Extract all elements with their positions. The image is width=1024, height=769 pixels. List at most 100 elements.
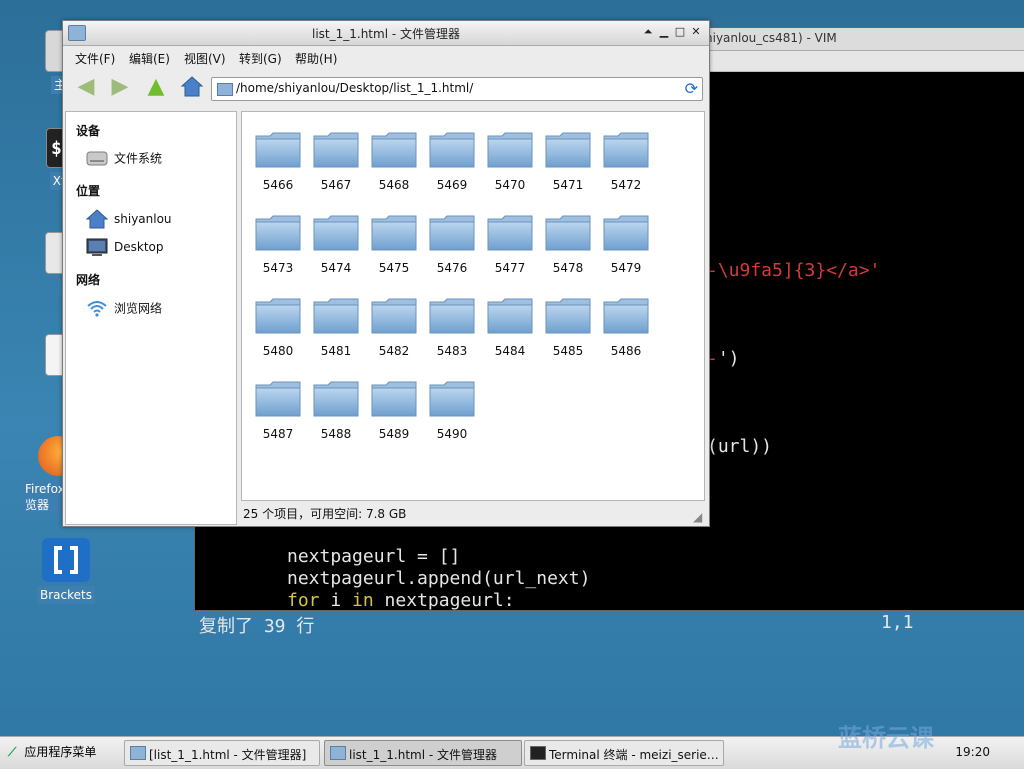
folder-item[interactable]: 5467 [308,130,364,202]
folder-icon [603,215,649,251]
shade-button[interactable]: ⏶ [641,25,655,39]
folder-icon [330,746,346,760]
sidebar-item-shiyanlou[interactable]: shiyanlou [85,209,172,231]
terminal-icon [530,746,546,760]
menu-file[interactable]: 文件(F) [75,50,115,67]
folder-item[interactable]: 5473 [250,213,306,285]
folder-icon [313,132,359,168]
code-line: nextpageurl.append(url_next) [287,568,591,589]
file-manager-titlebar[interactable]: list_1_1.html - 文件管理器 ⏶ ▁ □ ✕ [63,21,709,46]
folder-icon [371,132,417,168]
folder-item[interactable]: 5482 [366,296,422,368]
folder-item[interactable]: 5479 [598,213,654,285]
folder-icon [545,132,591,168]
folder-name: 5488 [320,427,352,441]
folder-item[interactable]: 5486 [598,296,654,368]
menu-view[interactable]: 视图(V) [184,50,226,67]
file-view[interactable]: 5466 5467 5468 5469 5470 5471 5472 5473 5474 5475… [241,111,705,501]
folder-item[interactable]: 5470 [482,130,538,202]
desktop-icon-label: Brackets [37,586,95,604]
folder-item[interactable]: 5468 [366,130,422,202]
folder-item[interactable]: 5476 [424,213,480,285]
maximize-button[interactable]: □ [673,25,687,39]
folder-name: 5470 [494,178,526,192]
desktop-icon-brackets[interactable]: Brackets [36,538,96,604]
taskbar-item-terminal[interactable]: Terminal 终端 - meizi_serie… [524,740,724,766]
desktop-icon-label: Firefox 览器 [22,480,68,514]
forward-button[interactable]: ▶ [107,75,133,99]
folder-icon [545,215,591,251]
folder-item[interactable]: 5481 [308,296,364,368]
app-menu-icon: ⟋ [8,745,17,759]
resize-grip-icon[interactable]: ◢ [693,510,707,524]
folder-icon [371,298,417,334]
folder-name: 5467 [320,178,352,192]
home-icon [180,76,204,97]
folder-icon [255,298,301,334]
menu-edit[interactable]: 编辑(E) [129,50,170,67]
folder-icon [313,381,359,417]
folder-icon [603,132,649,168]
folder-icon [429,298,475,334]
folder-item[interactable]: 5490 [424,379,480,451]
status-text: 25 个项目，可用空间: 7.8 GB [243,507,407,521]
folder-item[interactable]: 5489 [366,379,422,451]
back-button[interactable]: ◀ [73,75,99,99]
folder-item[interactable]: 5488 [308,379,364,451]
menu-help[interactable]: 帮助(H) [295,50,337,67]
folder-item[interactable]: 5478 [540,213,596,285]
window-title: list_1_1.html - 文件管理器 [311,27,460,41]
sidebar-item-browse-network[interactable]: 浏览网络 [86,298,162,320]
folder-name: 5479 [610,261,642,275]
folder-item[interactable]: 5485 [540,296,596,368]
folder-item[interactable]: 5474 [308,213,364,285]
folder-item[interactable]: 5466 [250,130,306,202]
close-button[interactable]: ✕ [689,25,703,39]
folder-name: 5477 [494,261,526,275]
folder-name: 5466 [262,178,294,192]
home-button[interactable] [179,75,205,99]
up-button[interactable]: ▲ [143,75,169,99]
folder-item[interactable]: 5477 [482,213,538,285]
folder-name: 5472 [610,178,642,192]
folder-icon [130,746,146,760]
toolbar: ◀ ▶ ▲ /home/shiyanlou/Desktop/list_1_1.h… [63,70,709,104]
folder-item[interactable]: 5471 [540,130,596,202]
taskbar-item-file-manager-1[interactable]: [list_1_1.html - 文件管理器] [124,740,320,766]
menu-go[interactable]: 转到(G) [239,50,282,67]
folder-icon [313,298,359,334]
file-manager-window[interactable]: list_1_1.html - 文件管理器 ⏶ ▁ □ ✕ 文件(F) 编辑(E… [62,20,710,527]
folder-item[interactable]: 5469 [424,130,480,202]
sidebar-item-desktop[interactable]: Desktop [86,237,164,259]
folder-icon [313,215,359,251]
vim-cursor-position: 1,1 [881,612,914,633]
code-line: -') [707,348,740,369]
folder-icon [603,298,649,334]
folder-name: 5469 [436,178,468,192]
folder-item[interactable]: 5483 [424,296,480,368]
taskbar-item-file-manager-2[interactable]: list_1_1.html - 文件管理器 [324,740,522,766]
desktop-icon [86,237,108,257]
folder-name: 5481 [320,344,352,358]
vim-title-text: hiyanlou_cs481) - VIM [705,31,837,45]
folder-item[interactable]: 5484 [482,296,538,368]
address-text: /home/shiyanlou/Desktop/list_1_1.html/ [236,81,474,95]
folder-icon [429,381,475,417]
folder-icon [371,381,417,417]
address-bar[interactable]: /home/shiyanlou/Desktop/list_1_1.html/ ⟳ [211,77,703,101]
application-menu-button[interactable]: ⟋ 应用程序菜单 [8,743,96,763]
folder-name: 5480 [262,344,294,358]
folder-name: 5489 [378,427,410,441]
home-icon [85,209,109,229]
code-line: (url)) [707,436,773,457]
folder-item[interactable]: 5475 [366,213,422,285]
reload-icon[interactable]: ⟳ [685,79,698,98]
folder-item[interactable]: 5480 [250,296,306,368]
folder-item[interactable]: 5472 [598,130,654,202]
vim-status-message: 复制了 39 行 [199,616,315,637]
code-line: for i in nextpageurl: [287,590,515,611]
sidebar-item-filesystem[interactable]: 文件系统 [86,148,162,170]
folder-item[interactable]: 5487 [250,379,306,451]
menubar: 文件(F) 编辑(E) 视图(V) 转到(G) 帮助(H) [63,46,709,68]
minimize-button[interactable]: ▁ [657,25,671,39]
